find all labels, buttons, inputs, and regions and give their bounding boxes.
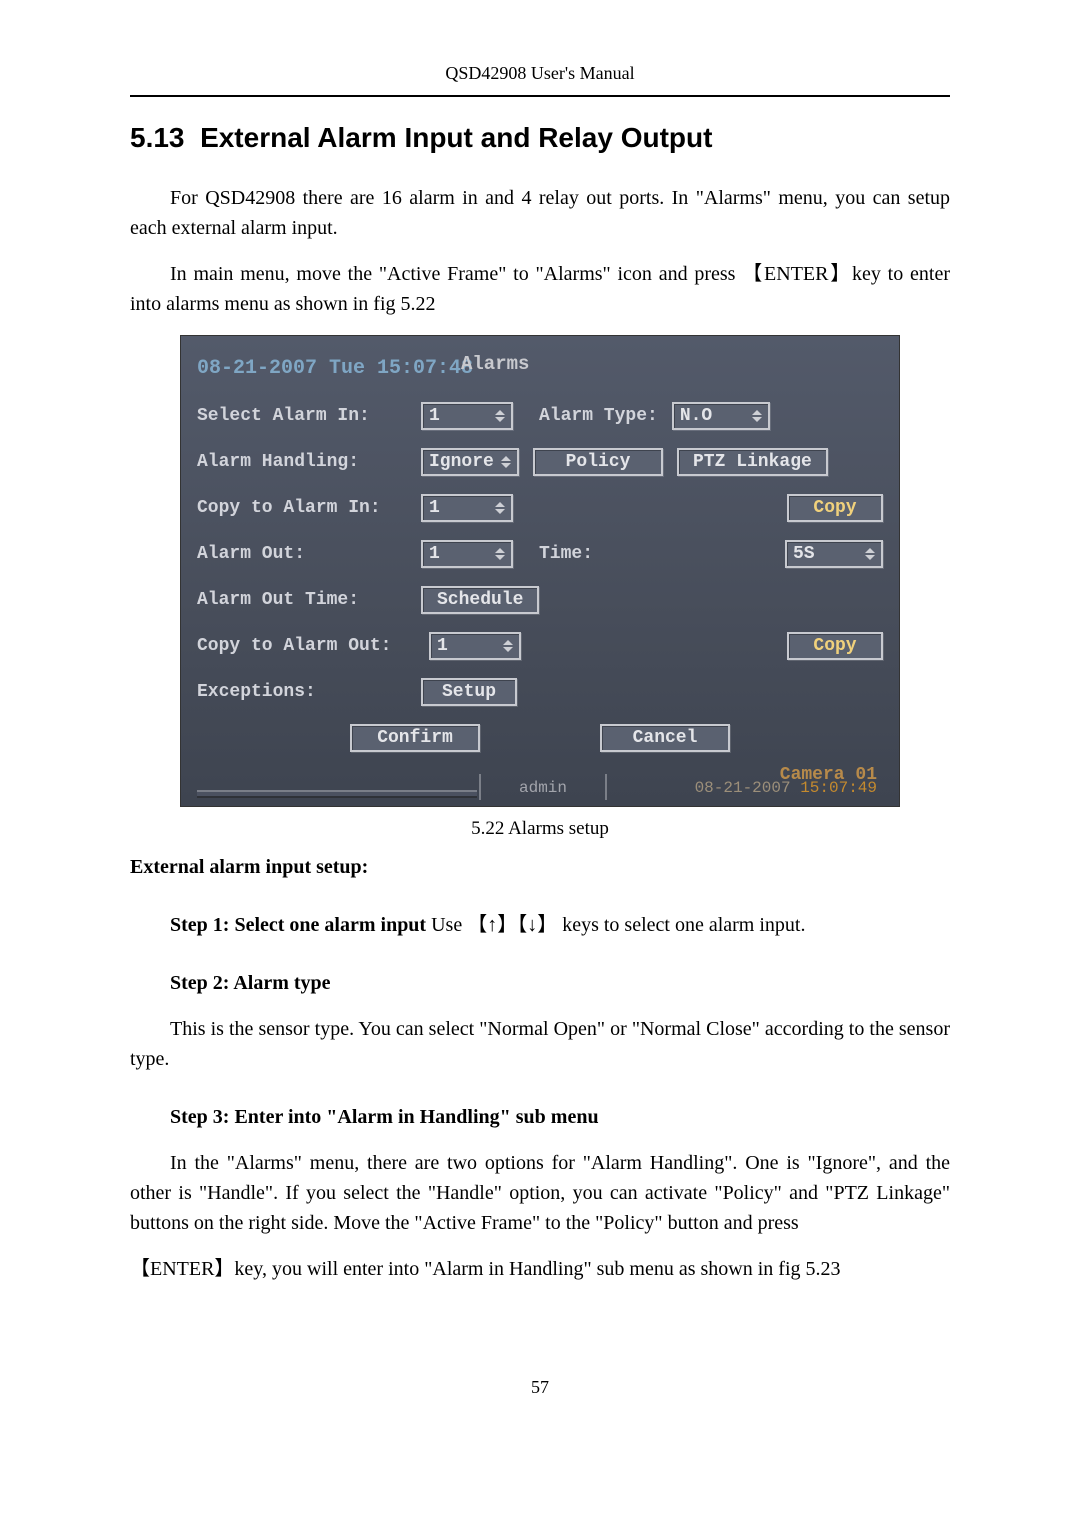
label-time: Time: [539, 541, 593, 568]
policy-button[interactable]: Policy [533, 448, 663, 476]
step-1: Step 1: Select one alarm input Use 【↑】【↓… [130, 910, 950, 940]
step-3: Step 3: Enter into "Alarm in Handling" s… [130, 1102, 950, 1284]
ptz-linkage-button[interactable]: PTZ Linkage [677, 448, 828, 476]
row-copy-alarm-in: Copy to Alarm In: 1 Copy [197, 494, 883, 522]
subheading-external-alarm: External alarm input setup: [130, 852, 950, 882]
section-heading: External Alarm Input and Relay Output [200, 122, 712, 153]
copy-button-1[interactable]: Copy [787, 494, 883, 522]
step1-tail: Use 【↑】【↓】 keys to select one alarm inpu… [431, 914, 805, 936]
figure-caption: 5.22 Alarms setup [180, 815, 900, 844]
page-number: 57 [130, 1374, 950, 1401]
dvr-screen: 08-21-2007 Tue 15:07:48 Alarms Select Al… [180, 335, 900, 807]
row-alarm-handling: Alarm Handling: Ignore Policy PTZ Linkag… [197, 448, 883, 476]
row-copy-alarm-out: Copy to Alarm Out: 1 Copy [197, 632, 883, 660]
dvr-datetime: 08-21-2007 Tue 15:07:48 Alarms [197, 354, 883, 384]
spinner-alarm-out[interactable]: 1 [421, 540, 513, 568]
label-select-alarm-in: Select Alarm In: [197, 403, 407, 430]
label-alarm-out: Alarm Out: [197, 541, 407, 568]
spinner-select-alarm-in[interactable]: 1 [421, 402, 513, 430]
spinner-time[interactable]: 5S [785, 540, 883, 568]
label-copy-alarm-in: Copy to Alarm In: [197, 495, 407, 522]
spinner-arrows-icon [493, 404, 507, 428]
spinner-copy-alarm-out[interactable]: 1 [429, 632, 521, 660]
section-title: 5.13 External Alarm Input and Relay Outp… [130, 117, 950, 159]
spinner-arrows-icon [493, 542, 507, 566]
step1-head: Step 1: Select one alarm input [170, 914, 431, 936]
label-alarm-type: Alarm Type: [539, 403, 658, 430]
status-timestamp: 08-21-2007 15:07:49 [695, 776, 877, 800]
spinner-alarm-type[interactable]: N.O [672, 402, 770, 430]
figure-5-22: 08-21-2007 Tue 15:07:48 Alarms Select Al… [180, 335, 900, 844]
step2-body: This is the sensor type. You can select … [130, 1014, 950, 1074]
spinner-arrows-icon [499, 450, 513, 474]
step3-body-1: In the "Alarms" menu, there are two opti… [130, 1148, 950, 1238]
spinner-arrows-icon [493, 496, 507, 520]
step-2: Step 2: Alarm type This is the sensor ty… [130, 968, 950, 1074]
status-user: admin [483, 776, 603, 800]
row-exceptions: Exceptions: Setup [197, 678, 883, 706]
bottom-buttons: Confirm Cancel [197, 724, 883, 752]
step3-head: Step 3: Enter into "Alarm in Handling" s… [170, 1106, 599, 1128]
step3-body-2: 【ENTER】key, you will enter into "Alarm i… [130, 1254, 950, 1284]
spinner-alarm-handling[interactable]: Ignore [421, 448, 519, 476]
setup-button[interactable]: Setup [421, 678, 517, 706]
spinner-arrows-icon [863, 542, 877, 566]
label-alarm-handling: Alarm Handling: [197, 449, 407, 476]
spinner-arrows-icon [750, 404, 764, 428]
step2-head: Step 2: Alarm type [170, 972, 331, 994]
page-header: QSD42908 User's Manual [130, 60, 950, 97]
row-alarm-out-time: Alarm Out Time: Schedule [197, 586, 883, 614]
row-select-alarm-in: Select Alarm In: 1 Alarm Type: N.O [197, 402, 883, 430]
status-groove [197, 790, 477, 798]
cancel-button[interactable]: Cancel [600, 724, 730, 752]
dvr-overlay-title: Alarms [461, 350, 529, 379]
confirm-button[interactable]: Confirm [350, 724, 480, 752]
row-alarm-out: Alarm Out: 1 Time: 5S [197, 540, 883, 568]
copy-button-2[interactable]: Copy [787, 632, 883, 660]
spinner-copy-alarm-in[interactable]: 1 [421, 494, 513, 522]
spinner-arrows-icon [501, 634, 515, 658]
schedule-button[interactable]: Schedule [421, 586, 539, 614]
header-title: QSD42908 User's Manual [445, 63, 634, 83]
intro-p1: For QSD42908 there are 16 alarm in and 4… [130, 183, 950, 243]
label-exceptions: Exceptions: [197, 679, 407, 706]
label-alarm-out-time: Alarm Out Time: [197, 587, 407, 614]
label-copy-alarm-out: Copy to Alarm Out: [197, 633, 415, 660]
intro-p2: In main menu, move the "Active Frame" to… [130, 259, 950, 319]
status-bar: admin Camera 01 08-21-2007 15:07:49 [197, 764, 883, 800]
section-number: 5.13 [130, 122, 185, 153]
